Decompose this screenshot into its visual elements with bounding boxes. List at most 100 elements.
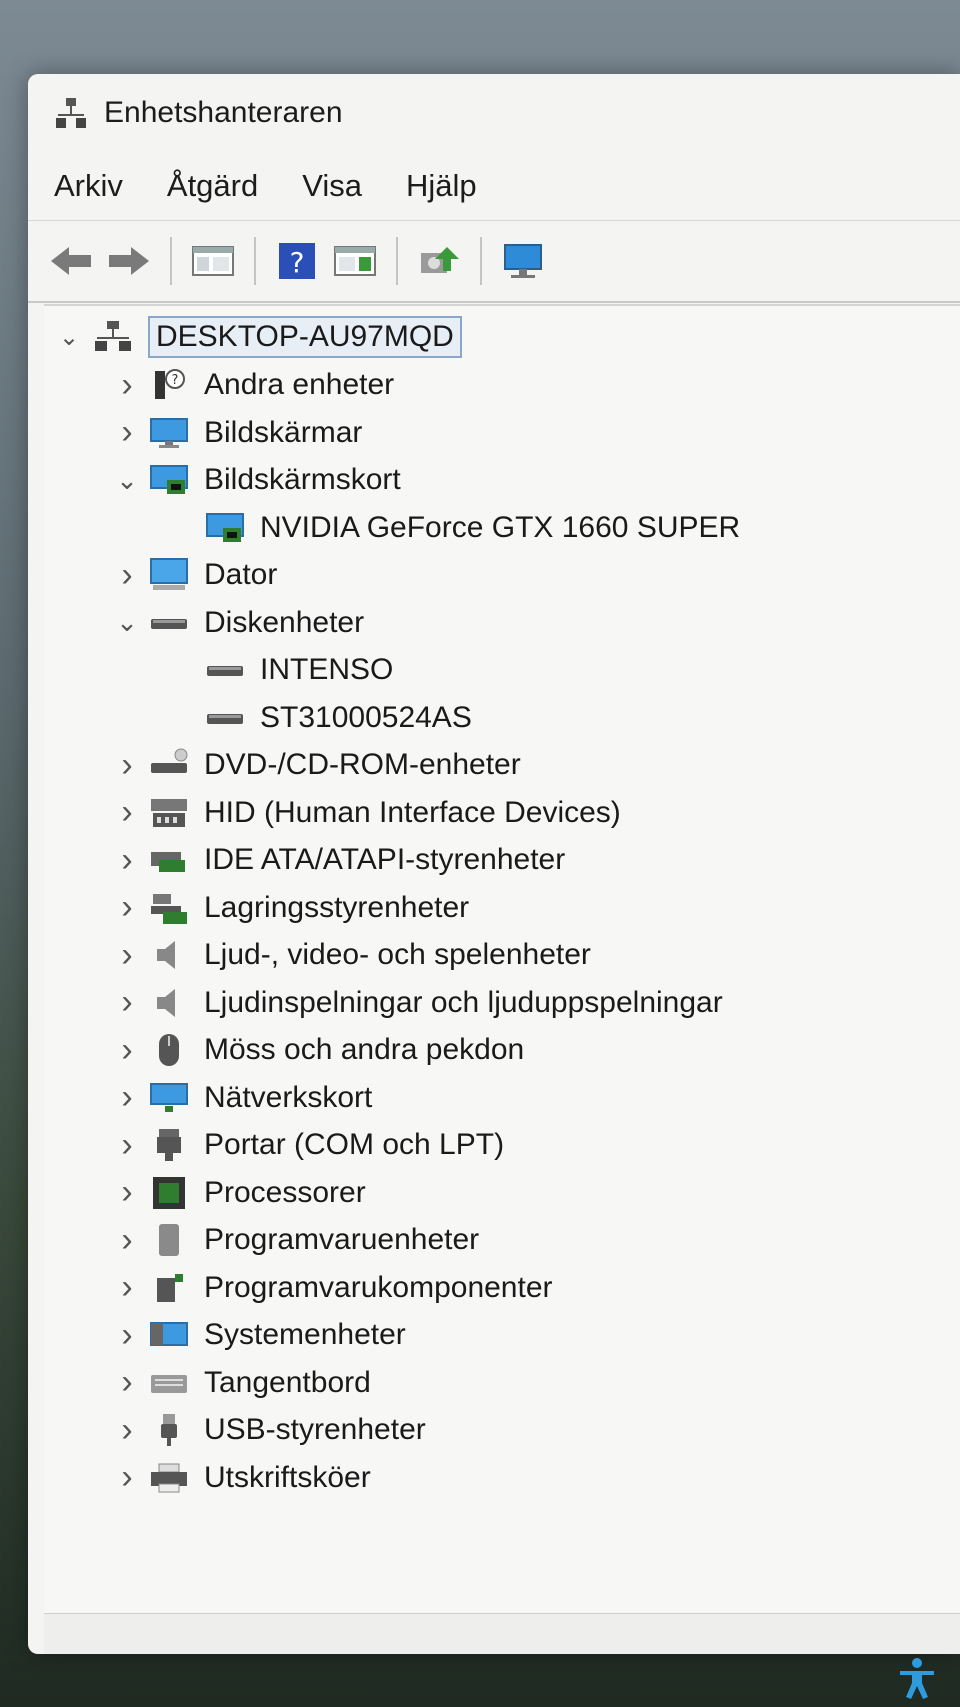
chevron-right-icon[interactable]: ›	[112, 983, 142, 1021]
tree-category[interactable]: › Möss och andra pekdon	[112, 1027, 524, 1073]
tree-category-label: Ljud-, video- och spelenheter	[204, 938, 591, 971]
usb-icon	[148, 1412, 190, 1448]
storage-controller-icon	[148, 890, 190, 926]
chevron-right-icon[interactable]: ›	[112, 746, 142, 784]
chevron-right-icon[interactable]: ›	[112, 1363, 142, 1401]
tree-device[interactable]: INTENSO	[204, 647, 393, 693]
toolbar: ?	[28, 220, 960, 303]
dvd-drive-icon	[148, 747, 190, 783]
tree-category[interactable]: › Utskriftsköer	[112, 1455, 370, 1501]
chevron-right-icon[interactable]: ›	[112, 413, 142, 451]
toolbar-separator	[254, 237, 256, 285]
tree-category[interactable]: › HID (Human Interface Devices)	[112, 790, 620, 836]
tree-category-label: DVD-/CD-ROM-enheter	[204, 748, 521, 781]
chevron-down-icon[interactable]: ⌄	[54, 322, 84, 352]
chevron-right-icon[interactable]: ›	[112, 1031, 142, 1069]
chevron-right-icon[interactable]: ›	[112, 1221, 142, 1259]
accessibility-icon[interactable]	[894, 1655, 940, 1701]
display-adapter-icon	[204, 510, 246, 546]
tree-category-label: Ljudinspelningar och ljuduppspelningar	[204, 985, 723, 1019]
tree-device[interactable]: ST31000524AS	[204, 695, 472, 741]
tree-category-label: Bildskärmskort	[204, 463, 401, 496]
tree-category-label: USB-styrenheter	[204, 1413, 426, 1446]
menu-atgard[interactable]: Åtgärd	[167, 162, 258, 210]
chevron-right-icon[interactable]: ›	[112, 1078, 142, 1116]
toolbar-separator	[170, 237, 172, 285]
display-adapter-icon	[148, 462, 190, 498]
chevron-right-icon[interactable]: ›	[112, 1173, 142, 1211]
tree-category[interactable]: › Nätverkskort	[112, 1075, 372, 1121]
tree-category-label: Programvaruenheter	[204, 1223, 480, 1256]
tree-category-label: Programvarukomponenter	[204, 1270, 553, 1304]
svg-text:?: ?	[290, 246, 305, 279]
tree-category-label: Tangentbord	[204, 1365, 371, 1399]
tree-device[interactable]: NVIDIA GeForce GTX 1660 SUPER	[204, 505, 740, 551]
printer-icon	[148, 1460, 190, 1496]
chevron-right-icon[interactable]: ›	[112, 793, 142, 831]
scan-hardware-button[interactable]	[498, 236, 548, 286]
chevron-right-icon[interactable]: ›	[112, 936, 142, 974]
tree-category-label: Dator	[204, 558, 278, 591]
show-hide-tree-button[interactable]	[188, 236, 238, 286]
system-devices-icon	[148, 1317, 190, 1353]
chevron-right-icon[interactable]: ›	[112, 888, 142, 926]
software-component-icon	[148, 1270, 190, 1306]
tree-category[interactable]: › IDE ATA/ATAPI-styrenheter	[112, 837, 565, 883]
tree-category[interactable]: › Processorer	[112, 1170, 365, 1216]
tree-category[interactable]: › Portar (COM och LPT)	[112, 1122, 504, 1168]
tree-category[interactable]: › Programvaruenheter	[112, 1217, 479, 1263]
menu-hjalp[interactable]: Hjälp	[406, 162, 477, 210]
tree-category[interactable]: › Dator	[112, 552, 277, 598]
tree-category[interactable]: › Tangentbord	[112, 1360, 371, 1406]
computer-name: DESKTOP-AU97MQD	[148, 316, 462, 358]
chevron-right-icon[interactable]: ›	[112, 1316, 142, 1354]
menu-visa[interactable]: Visa	[302, 162, 362, 210]
tree-category[interactable]: ⌄ Bildskärmskort	[112, 457, 401, 503]
show-hide-console-tree-icon	[192, 246, 234, 276]
tree-category[interactable]: › Ljudinspelningar och ljuduppspelningar	[112, 980, 723, 1026]
properties-icon	[334, 246, 376, 276]
mouse-icon	[148, 1032, 190, 1068]
tree-category[interactable]: › Programvarukomponenter	[112, 1265, 553, 1311]
tree-category-label: Lagringsstyrenheter	[204, 890, 470, 924]
back-button[interactable]	[46, 236, 96, 286]
disk-drive-icon	[204, 700, 246, 736]
chevron-right-icon[interactable]: ›	[112, 366, 142, 404]
tree-root[interactable]: ⌄ DESKTOP-AU97MQD	[54, 314, 462, 360]
tree-category[interactable]: › Bildskärmar	[112, 410, 362, 456]
computer-icon	[148, 557, 190, 593]
tree-category[interactable]: ›? Andra enheter	[112, 362, 394, 408]
computer-network-icon	[92, 319, 134, 355]
chevron-down-icon[interactable]: ⌄	[112, 607, 142, 638]
tree-category[interactable]: › Systemenheter	[112, 1312, 405, 1358]
hid-icon	[148, 795, 190, 831]
ide-controller-icon	[148, 842, 190, 878]
properties-button[interactable]	[330, 236, 380, 286]
tree-category[interactable]: › Ljud-, video- och spelenheter	[112, 932, 591, 978]
monitor-icon	[148, 415, 190, 451]
chevron-right-icon[interactable]: ›	[112, 1268, 142, 1306]
menu-arkiv[interactable]: Arkiv	[54, 162, 123, 210]
unknown-device-icon: ?	[148, 367, 190, 403]
chevron-right-icon[interactable]: ›	[112, 556, 142, 594]
chevron-down-icon[interactable]: ⌄	[112, 465, 142, 495]
chevron-right-icon[interactable]: ›	[112, 841, 142, 879]
port-icon	[148, 1127, 190, 1163]
chevron-right-icon[interactable]: ›	[112, 1458, 142, 1496]
title-bar: Enhetshanteraren	[28, 74, 960, 152]
chevron-right-icon[interactable]: ›	[112, 1411, 142, 1449]
tree-category[interactable]: › Lagringsstyrenheter	[112, 885, 469, 931]
processor-icon	[148, 1175, 190, 1211]
help-icon: ?	[279, 243, 315, 279]
tree-category[interactable]: › USB-styrenheter	[112, 1407, 426, 1453]
chevron-right-icon[interactable]: ›	[112, 1126, 142, 1164]
tree-category-label: Möss och andra pekdon	[204, 1033, 525, 1066]
help-button[interactable]: ?	[272, 236, 322, 286]
update-driver-button[interactable]	[414, 236, 464, 286]
tree-category[interactable]: ⌄ Diskenheter	[112, 600, 364, 646]
tree-category[interactable]: › DVD-/CD-ROM-enheter	[112, 742, 521, 788]
tree-category-label: Andra enheter	[204, 368, 395, 401]
window-title: Enhetshanteraren	[104, 96, 343, 129]
tree-category-label: Portar (COM och LPT)	[204, 1128, 505, 1161]
forward-button[interactable]	[104, 236, 154, 286]
